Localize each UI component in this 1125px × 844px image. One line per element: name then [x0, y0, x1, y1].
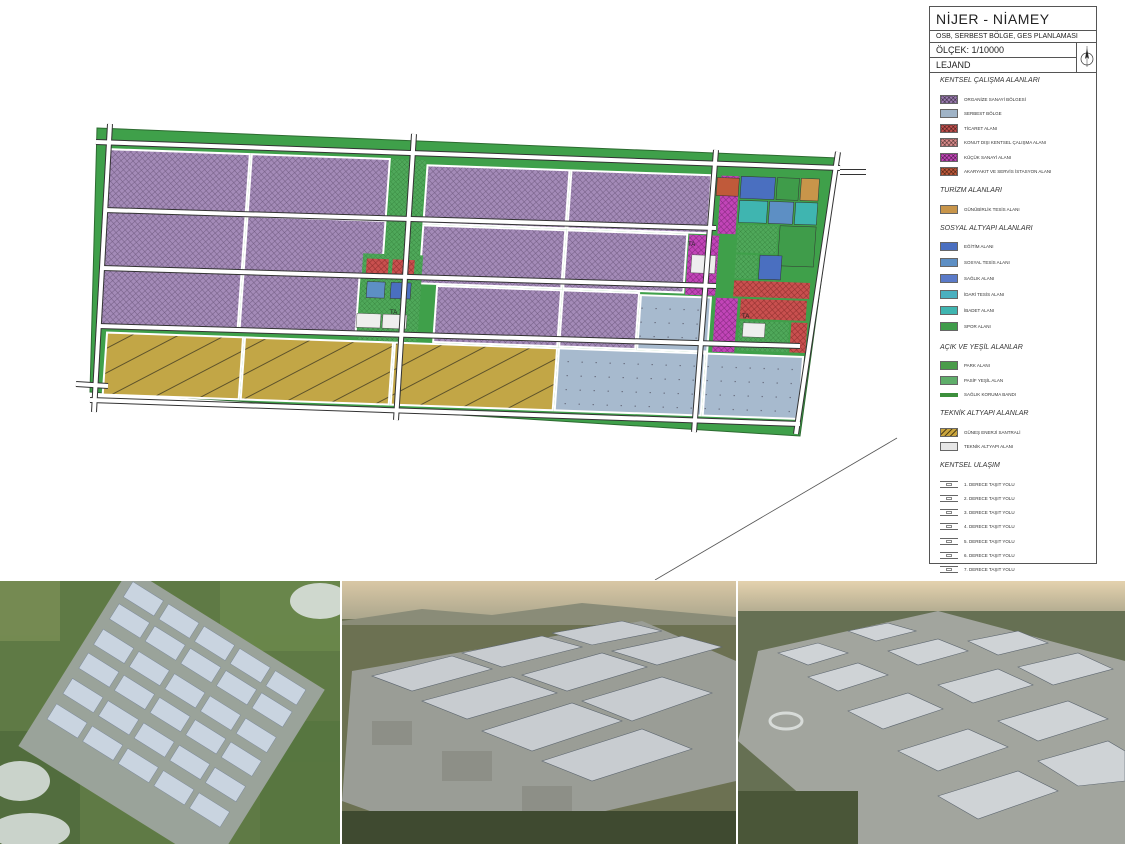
legend-swatch-icon — [940, 427, 958, 437]
road-symbol-icon — [940, 523, 958, 531]
legend-swatch-icon — [940, 258, 958, 267]
legend-item: EĞİTİM ALANI — [940, 242, 994, 252]
legend-scale: ÖLÇEK: 1/10000 — [930, 43, 1076, 58]
legend-swatch-icon — [940, 123, 958, 133]
legend-item-label: 3. DERECE TAŞIT YOLU — [964, 510, 1015, 516]
north-arrow-icon — [1076, 43, 1097, 73]
road-symbol-icon — [940, 566, 958, 574]
legend-swatch-icon — [940, 306, 958, 315]
legend-subtitle: OSB, SERBEST BÖLGE, GES PLANLAMASI — [930, 31, 1096, 43]
legend-item: SPOR ALANI — [940, 322, 991, 332]
legend-swatch-icon — [940, 204, 958, 214]
legend-item-label: İBADET ALANI — [964, 308, 995, 313]
legend-item: GÜNÜBİRLİK TESİS ALANI — [940, 204, 1020, 214]
legend-item-label: GÜNEŞ ENERJİ SANTRALİ — [964, 429, 1021, 435]
road-symbol-icon — [940, 509, 958, 517]
legend-panel: NİJER - NİAMEY OSB, SERBEST BÖLGE, GES P… — [929, 6, 1097, 574]
legend-item-label: SOSYAL TESİS ALANI — [964, 260, 1010, 265]
legend-item-label: TİCARET ALANI — [964, 125, 998, 131]
legend-item: 1. DERECE TAŞIT YOLU — [940, 479, 1015, 489]
legend-section-title: AÇIK VE YEŞİL ALANLAR — [940, 343, 1023, 351]
legend-swatch-icon — [940, 322, 958, 331]
legend-item: PASİF YEŞİL ALAN — [940, 375, 1003, 385]
legend-item: SOSYAL TESİS ALANI — [940, 258, 1010, 268]
legend-item-label: EĞİTİM ALANI — [964, 244, 994, 249]
legend-title: NİJER - NİAMEY — [930, 7, 1096, 31]
legend-item: İBADET ALANI — [940, 306, 994, 316]
legend-item-label: ORGANİZE SANAYİ BÖLGESİ — [964, 96, 1026, 102]
legend-item-label: 1. DERECE TAŞIT YOLU — [964, 481, 1015, 487]
legend-swatch-icon — [940, 109, 958, 118]
legend-swatch-icon — [940, 138, 958, 147]
aerial-perspective-right-photo — [738, 581, 1125, 844]
legend-item: SERBEST BÖLGE — [940, 109, 1002, 119]
legend-item: 3. DERECE TAŞIT YOLU — [940, 508, 1015, 518]
legend-swatch-icon — [940, 167, 958, 176]
legend-item: PARK ALANI — [940, 361, 990, 371]
road-symbol-icon — [940, 537, 958, 545]
legend-item: KÜÇÜK SANAYİ ALANI — [940, 152, 1011, 162]
road-symbol-icon — [940, 480, 958, 488]
road-symbol-icon — [940, 552, 958, 559]
ta-label: TA — [390, 310, 397, 316]
legend-item-label: İDARİ TESİS ALANI — [964, 292, 1005, 297]
legend-item: 7. DERECE TAŞIT YOLU — [940, 565, 1015, 575]
legend-item-label: PARK ALANI — [964, 363, 990, 368]
legend-item-label: SAĞLIK KORUMA BANDI — [964, 392, 1017, 397]
legend-item: İDARİ TESİS ALANI — [940, 290, 1004, 300]
legend-item-label: 7. DERECE TAŞIT YOLU — [964, 567, 1015, 573]
legend-section-title: KENTSEL ÇALIŞMA ALANLARI — [940, 77, 1040, 84]
legend-item: 2. DERECE TAŞIT YOLU — [940, 493, 1015, 503]
ta-label: TA — [742, 314, 749, 320]
legend-section-title: TEKNİK ALTYAPI ALANLAR — [940, 410, 1029, 417]
legend-item: ORGANİZE SANAYİ BÖLGESİ — [940, 94, 1026, 104]
legend-item: 4. DERECE TAŞIT YOLU — [940, 522, 1015, 532]
legend-item: TEKNİK ALTYAPI ALANI — [940, 442, 1013, 452]
leader-line — [654, 437, 898, 580]
legend-item-label: AKARYAKIT VE SERVİS İSTASYON ALANI — [964, 169, 1052, 174]
legend-item-label: KONUT DIŞI KENTSEL ÇALIŞMA ALANI — [964, 140, 1047, 145]
legend-item-label: 4. DERECE TAŞIT YOLU — [964, 524, 1015, 530]
legend-item-label: 5. DERECE TAŞIT YOLU — [964, 538, 1015, 544]
legend-swatch-icon — [940, 290, 958, 299]
ta-label: TA — [688, 242, 695, 248]
legend-item: 5. DERECE TAŞIT YOLU — [940, 536, 1015, 546]
legend-item-label: 6. DERECE TAŞIT YOLU — [964, 553, 1015, 558]
legend-item: TİCARET ALANI — [940, 123, 997, 133]
legend-item-label: 2. DERECE TAŞIT YOLU — [964, 495, 1015, 501]
legend-swatch-icon — [940, 375, 958, 385]
legend-item: SAĞLIK ALANI — [940, 274, 994, 284]
legend-section-title: TURİZM ALANLARI — [940, 187, 1002, 194]
legend-item-label: KÜÇÜK SANAYİ ALANI — [964, 154, 1012, 160]
legend-swatch-icon — [940, 361, 958, 370]
legend-item: AKARYAKIT VE SERVİS İSTASYON ALANI — [940, 167, 1051, 177]
legend-swatch-icon — [940, 152, 958, 162]
legend-swatch-icon — [940, 442, 958, 451]
zoning-plan-map: TA TA TA — [75, 123, 898, 580]
legend-item-label: SAĞLIK ALANI — [964, 276, 995, 281]
legend-item-label: SERBEST BÖLGE — [964, 111, 1002, 116]
legend-item: SAĞLIK KORUMA BANDI — [940, 390, 1016, 400]
road-symbol-icon — [940, 494, 958, 502]
legend-item-label: GÜNÜBİRLİK TESİS ALANI — [964, 206, 1020, 212]
legend-heading: LEJAND — [930, 58, 1076, 73]
legend-swatch-icon — [940, 274, 958, 283]
legend-section-title: SOSYAL ALTYAPI ALANLARI — [940, 224, 1033, 232]
legend-item-label: PASİF YEŞİL ALAN — [964, 377, 1004, 383]
legend-item-label: TEKNİK ALTYAPI ALANI — [964, 444, 1014, 449]
legend-swatch-icon — [940, 94, 958, 104]
legend-section-title: KENTSEL ULAŞIM — [940, 462, 1000, 469]
legend-item: 6. DERECE TAŞIT YOLU — [940, 551, 1015, 561]
legend-swatch-icon — [940, 242, 958, 251]
legend-swatch-icon — [940, 392, 958, 397]
legend-item: KONUT DIŞI KENTSEL ÇALIŞMA ALANI — [940, 138, 1046, 148]
legend-item-label: SPOR ALANI — [964, 324, 991, 329]
aerial-perspective-center-photo — [342, 581, 736, 844]
legend-item: GÜNEŞ ENERJİ SANTRALİ — [940, 427, 1021, 437]
aerial-top-view-photo — [0, 581, 340, 844]
